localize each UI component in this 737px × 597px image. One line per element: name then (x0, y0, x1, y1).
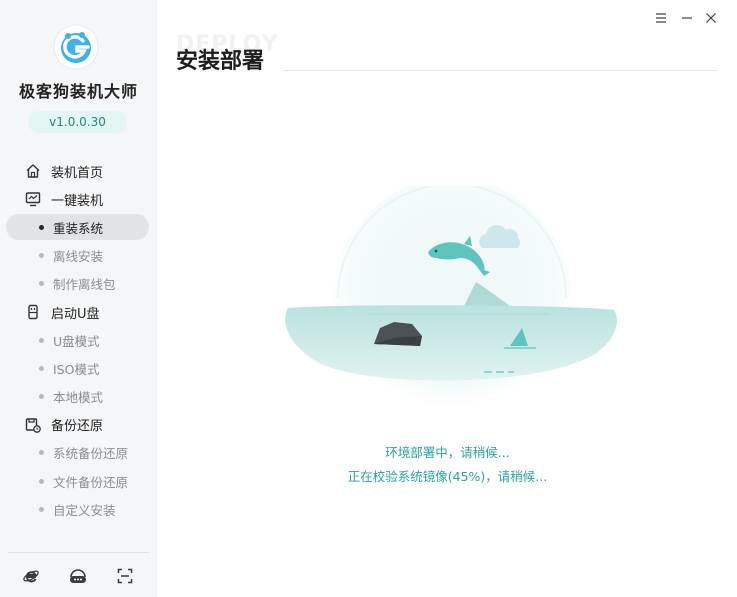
sidebar-item-usb-mode[interactable]: U盘模式 (0, 326, 157, 354)
sidebar-item-label: 启动U盘 (51, 306, 100, 322)
bullet-dot (39, 478, 44, 484)
sidebar-item-make-offline-pkg[interactable]: 制作离线包 (0, 270, 157, 298)
bullet-dot (39, 365, 44, 371)
sidebar-item-one-click[interactable]: 一键装机 (0, 185, 157, 213)
title-divider (284, 70, 718, 71)
sidebar-item-label: 一键装机 (51, 193, 104, 209)
bullet-dot (39, 253, 44, 259)
close-icon[interactable] (703, 10, 719, 26)
deploy-illustration (285, 186, 617, 414)
sidebar-item-local-mode[interactable]: 本地模式 (0, 383, 157, 411)
minimize-icon[interactable] (679, 10, 695, 26)
sidebar-item-label: 自定义安装 (53, 502, 116, 518)
sidebar-item-label: ISO模式 (53, 361, 100, 377)
sidebar-item-home[interactable]: 装机首页 (0, 157, 157, 185)
sidebar-item-label: 离线安装 (53, 249, 104, 265)
sidebar-item-label: 制作离线包 (53, 277, 116, 293)
sidebar-item-label: 备份还原 (51, 419, 104, 435)
bullet-dot (39, 450, 44, 456)
sidebar-item-label: U盘模式 (53, 333, 100, 349)
sidebar-item-file-backup[interactable]: 文件备份还原 (0, 467, 157, 495)
menu-icon[interactable] (653, 10, 669, 26)
sidebar-divider (8, 552, 149, 553)
sidebar-item-boot-usb[interactable]: 启动U盘 (0, 298, 157, 326)
bullet-dot (39, 506, 44, 512)
version-badge: v1.0.0.30 (28, 111, 127, 133)
bullet-dot (39, 394, 44, 400)
bullet-dot (39, 337, 44, 343)
page-title: 安装部署 (176, 49, 265, 74)
sidebar-item-backup-restore[interactable]: 备份还原 (0, 411, 157, 439)
sidebar-item-label: 文件备份还原 (53, 474, 129, 490)
status-verify: 正在校验系统镜像(45%)，请稍候... (347, 469, 548, 484)
sidebar-footer (0, 565, 157, 589)
sidebar-item-reinstall[interactable]: 重装系统 (0, 213, 157, 241)
backup-icon (24, 416, 42, 434)
sidebar-item-system-backup[interactable]: 系统备份还原 (0, 439, 157, 467)
home-icon (24, 162, 42, 180)
headset-icon[interactable] (67, 565, 89, 587)
status-environment: 环境部署中，请稍候... (385, 445, 510, 460)
monitor-icon (24, 190, 42, 208)
sidebar-item-iso-mode[interactable]: ISO模式 (0, 354, 157, 382)
app-logo (53, 24, 99, 70)
sidebar-item-offline-install[interactable]: 离线安装 (0, 242, 157, 270)
sidebar-nav: 装机首页 一键装机 重装系统 离线安装 制作离线包 启动U盘 U盘模式 ISO模… (0, 157, 157, 523)
sidebar-item-label: 装机首页 (51, 165, 104, 181)
sidebar-item-label: 重装系统 (53, 220, 104, 236)
scan-icon[interactable] (114, 565, 136, 587)
sidebar-item-label: 系统备份还原 (53, 446, 129, 462)
sidebar: 极客狗装机大师 v1.0.0.30 装机首页 一键装机 重装系统 离线安装 制作… (0, 0, 157, 597)
bullet-dot (39, 281, 44, 287)
bullet-dot (39, 224, 44, 230)
app-name: 极客狗装机大师 (18, 82, 138, 101)
sidebar-item-label: 本地模式 (53, 390, 104, 406)
app-window: 极客狗装机大师 v1.0.0.30 装机首页 一键装机 重装系统 离线安装 制作… (0, 0, 737, 597)
usb-icon (24, 303, 42, 321)
ie-icon[interactable] (20, 565, 42, 587)
sidebar-item-custom-install[interactable]: 自定义安装 (0, 495, 157, 523)
